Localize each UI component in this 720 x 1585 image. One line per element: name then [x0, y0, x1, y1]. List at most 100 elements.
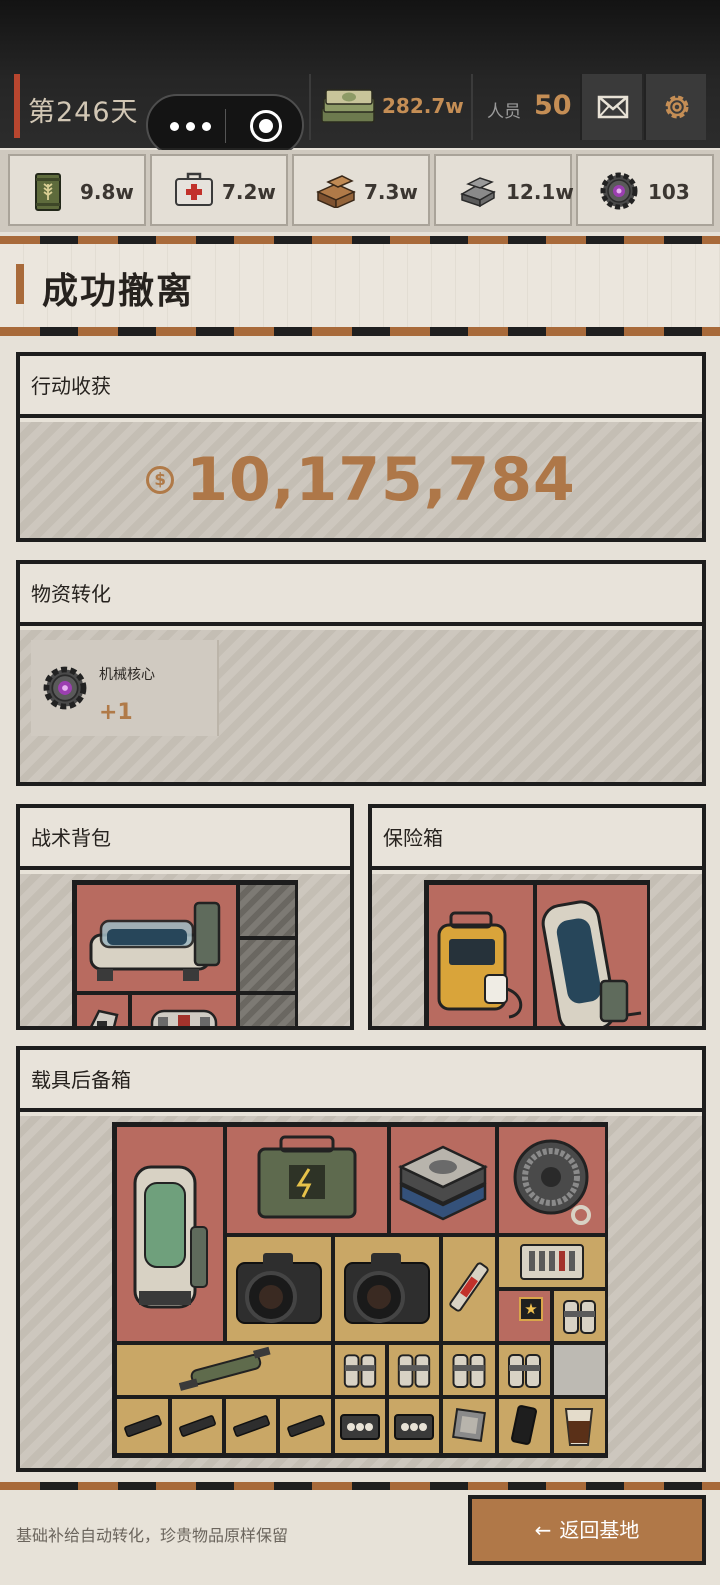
item-slot-device[interactable]	[77, 995, 128, 1026]
gear-icon	[665, 95, 689, 119]
magazine-icon	[287, 1414, 325, 1438]
locked-slot	[240, 940, 295, 991]
more-icon[interactable]	[168, 110, 218, 142]
magazine-icon	[179, 1415, 216, 1437]
item-slot-canister[interactable]	[389, 1345, 439, 1395]
wood-icon	[316, 175, 356, 208]
item-slot-cryo-tank[interactable]	[117, 1127, 223, 1341]
day-accent	[14, 74, 20, 138]
item-slot-med-bag[interactable]	[132, 995, 236, 1026]
item-slot-camera[interactable]	[227, 1237, 331, 1341]
trunk-panel: 载具后备箱 ★	[16, 1046, 706, 1472]
panel-header: 行动收获	[20, 356, 702, 418]
staff-label: 人员	[487, 102, 521, 122]
item-slot-cable-reel[interactable]	[499, 1127, 605, 1233]
earnings-amount: 10,175,784	[186, 445, 576, 515]
return-base-button[interactable]: ← 返回基地	[468, 1495, 706, 1565]
canister-icon	[452, 1354, 486, 1388]
footer: 基础补给自动转化，珍贵物品原样保留 ← 返回基地	[0, 1490, 720, 1585]
resource-value: 9.8w	[80, 180, 134, 204]
magazine-icon	[124, 1414, 162, 1438]
mail-button[interactable]	[580, 74, 642, 140]
item-slot-coffee[interactable]	[554, 1399, 605, 1453]
item-slot-magazine[interactable]	[117, 1399, 168, 1453]
resource-bar: 9.8w 7.2w 7.3w 12.1w 103	[0, 150, 720, 232]
item-slot-cryo-pod[interactable]	[537, 885, 647, 1026]
resource-wood[interactable]: 7.3w	[292, 154, 430, 226]
decor-rail	[0, 327, 720, 336]
resource-value: 7.3w	[364, 180, 418, 204]
panel-header: 载具后备箱	[20, 1050, 702, 1112]
canister-icon	[563, 1300, 596, 1334]
magazine-icon	[233, 1415, 270, 1437]
item-slot-magazine[interactable]	[172, 1399, 222, 1453]
coffee-icon	[564, 1408, 594, 1446]
mail-icon	[597, 95, 629, 119]
item-slot-syringe[interactable]	[443, 1237, 495, 1341]
money-stack-icon	[321, 89, 375, 123]
conversion-body: 机械核心 +1	[20, 630, 702, 782]
cryo-bed-icon	[89, 901, 221, 981]
item-slot-hydraulic[interactable]	[117, 1345, 331, 1395]
resource-grain[interactable]: 9.8w	[8, 154, 146, 226]
target-icon[interactable]	[250, 110, 282, 142]
conversion-item[interactable]: 机械核心 +1	[31, 640, 219, 736]
item-slot-camera[interactable]	[335, 1237, 439, 1341]
resource-value: 12.1w	[506, 180, 574, 204]
cable-reel-icon	[513, 1139, 591, 1225]
ammo-box-icon	[394, 1414, 434, 1440]
item-slot-canister[interactable]	[443, 1345, 495, 1395]
phone-icon	[511, 1405, 537, 1445]
item-slot-battery[interactable]	[227, 1127, 387, 1233]
item-slot-defibrillator[interactable]	[429, 885, 533, 1026]
item-slot-circuit-board[interactable]	[499, 1237, 605, 1287]
item-slot-plate-stack[interactable]	[391, 1127, 495, 1233]
resource-mech-core[interactable]: 103	[576, 154, 714, 226]
item-name: 机械核心	[99, 667, 155, 683]
money-value: 282.7w	[382, 94, 464, 118]
mini-program-capsule[interactable]	[146, 94, 304, 156]
hydraulic-icon	[178, 1346, 271, 1391]
page-title: 成功撤离	[42, 271, 195, 312]
item-slot-ammo-box[interactable]	[389, 1399, 439, 1453]
item-slot-canister[interactable]	[499, 1345, 550, 1395]
settings-button[interactable]	[644, 74, 706, 140]
camera-icon	[236, 1253, 322, 1324]
mech-core-icon	[43, 666, 87, 710]
defibrillator-icon	[437, 911, 523, 1019]
med-bag-icon	[150, 1009, 218, 1026]
backpack-body	[20, 874, 350, 1026]
earnings-body: $ 10,175,784	[20, 422, 702, 538]
panel-header: 战术背包	[20, 808, 350, 870]
return-base-label: 返回基地	[559, 1518, 640, 1542]
safebox-body	[372, 874, 702, 1026]
arrow-left-icon: ←	[534, 1518, 552, 1542]
conversion-panel: 物资转化 机械核心 +1	[16, 560, 706, 786]
top-bar: 第246天 282.7w 人员 50	[0, 0, 720, 156]
item-slot-ammo-box[interactable]	[335, 1399, 385, 1453]
staff-count: 50	[534, 90, 572, 121]
footer-note: 基础补给自动转化，珍贵物品原样保留	[16, 1526, 289, 1545]
item-slot-magazine[interactable]	[280, 1399, 331, 1453]
trunk-grid: ★	[112, 1122, 608, 1458]
empty-slot[interactable]	[554, 1345, 605, 1395]
item-slot-cryo-bed[interactable]	[77, 885, 236, 991]
resource-medicine[interactable]: 7.2w	[150, 154, 288, 226]
grain-can-icon	[35, 173, 61, 211]
divider	[471, 74, 473, 140]
day-counter: 第246天	[28, 97, 139, 128]
plate-stack-icon	[398, 1145, 488, 1221]
backpack-grid	[72, 880, 298, 1026]
item-slot-chip[interactable]	[443, 1399, 495, 1453]
item-slot-rare[interactable]: ★	[499, 1291, 550, 1341]
mech-core-icon	[600, 172, 638, 210]
item-slot-canister[interactable]	[335, 1345, 385, 1395]
item-slot-magazine[interactable]	[226, 1399, 276, 1453]
cryo-pod-icon	[541, 900, 642, 1026]
chip-icon	[452, 1408, 486, 1442]
item-slot-canister[interactable]	[554, 1291, 605, 1341]
canister-icon	[397, 1354, 431, 1388]
safebox-panel: 保险箱	[368, 804, 706, 1030]
item-slot-phone[interactable]	[499, 1399, 550, 1453]
resource-steel[interactable]: 12.1w	[434, 154, 574, 226]
